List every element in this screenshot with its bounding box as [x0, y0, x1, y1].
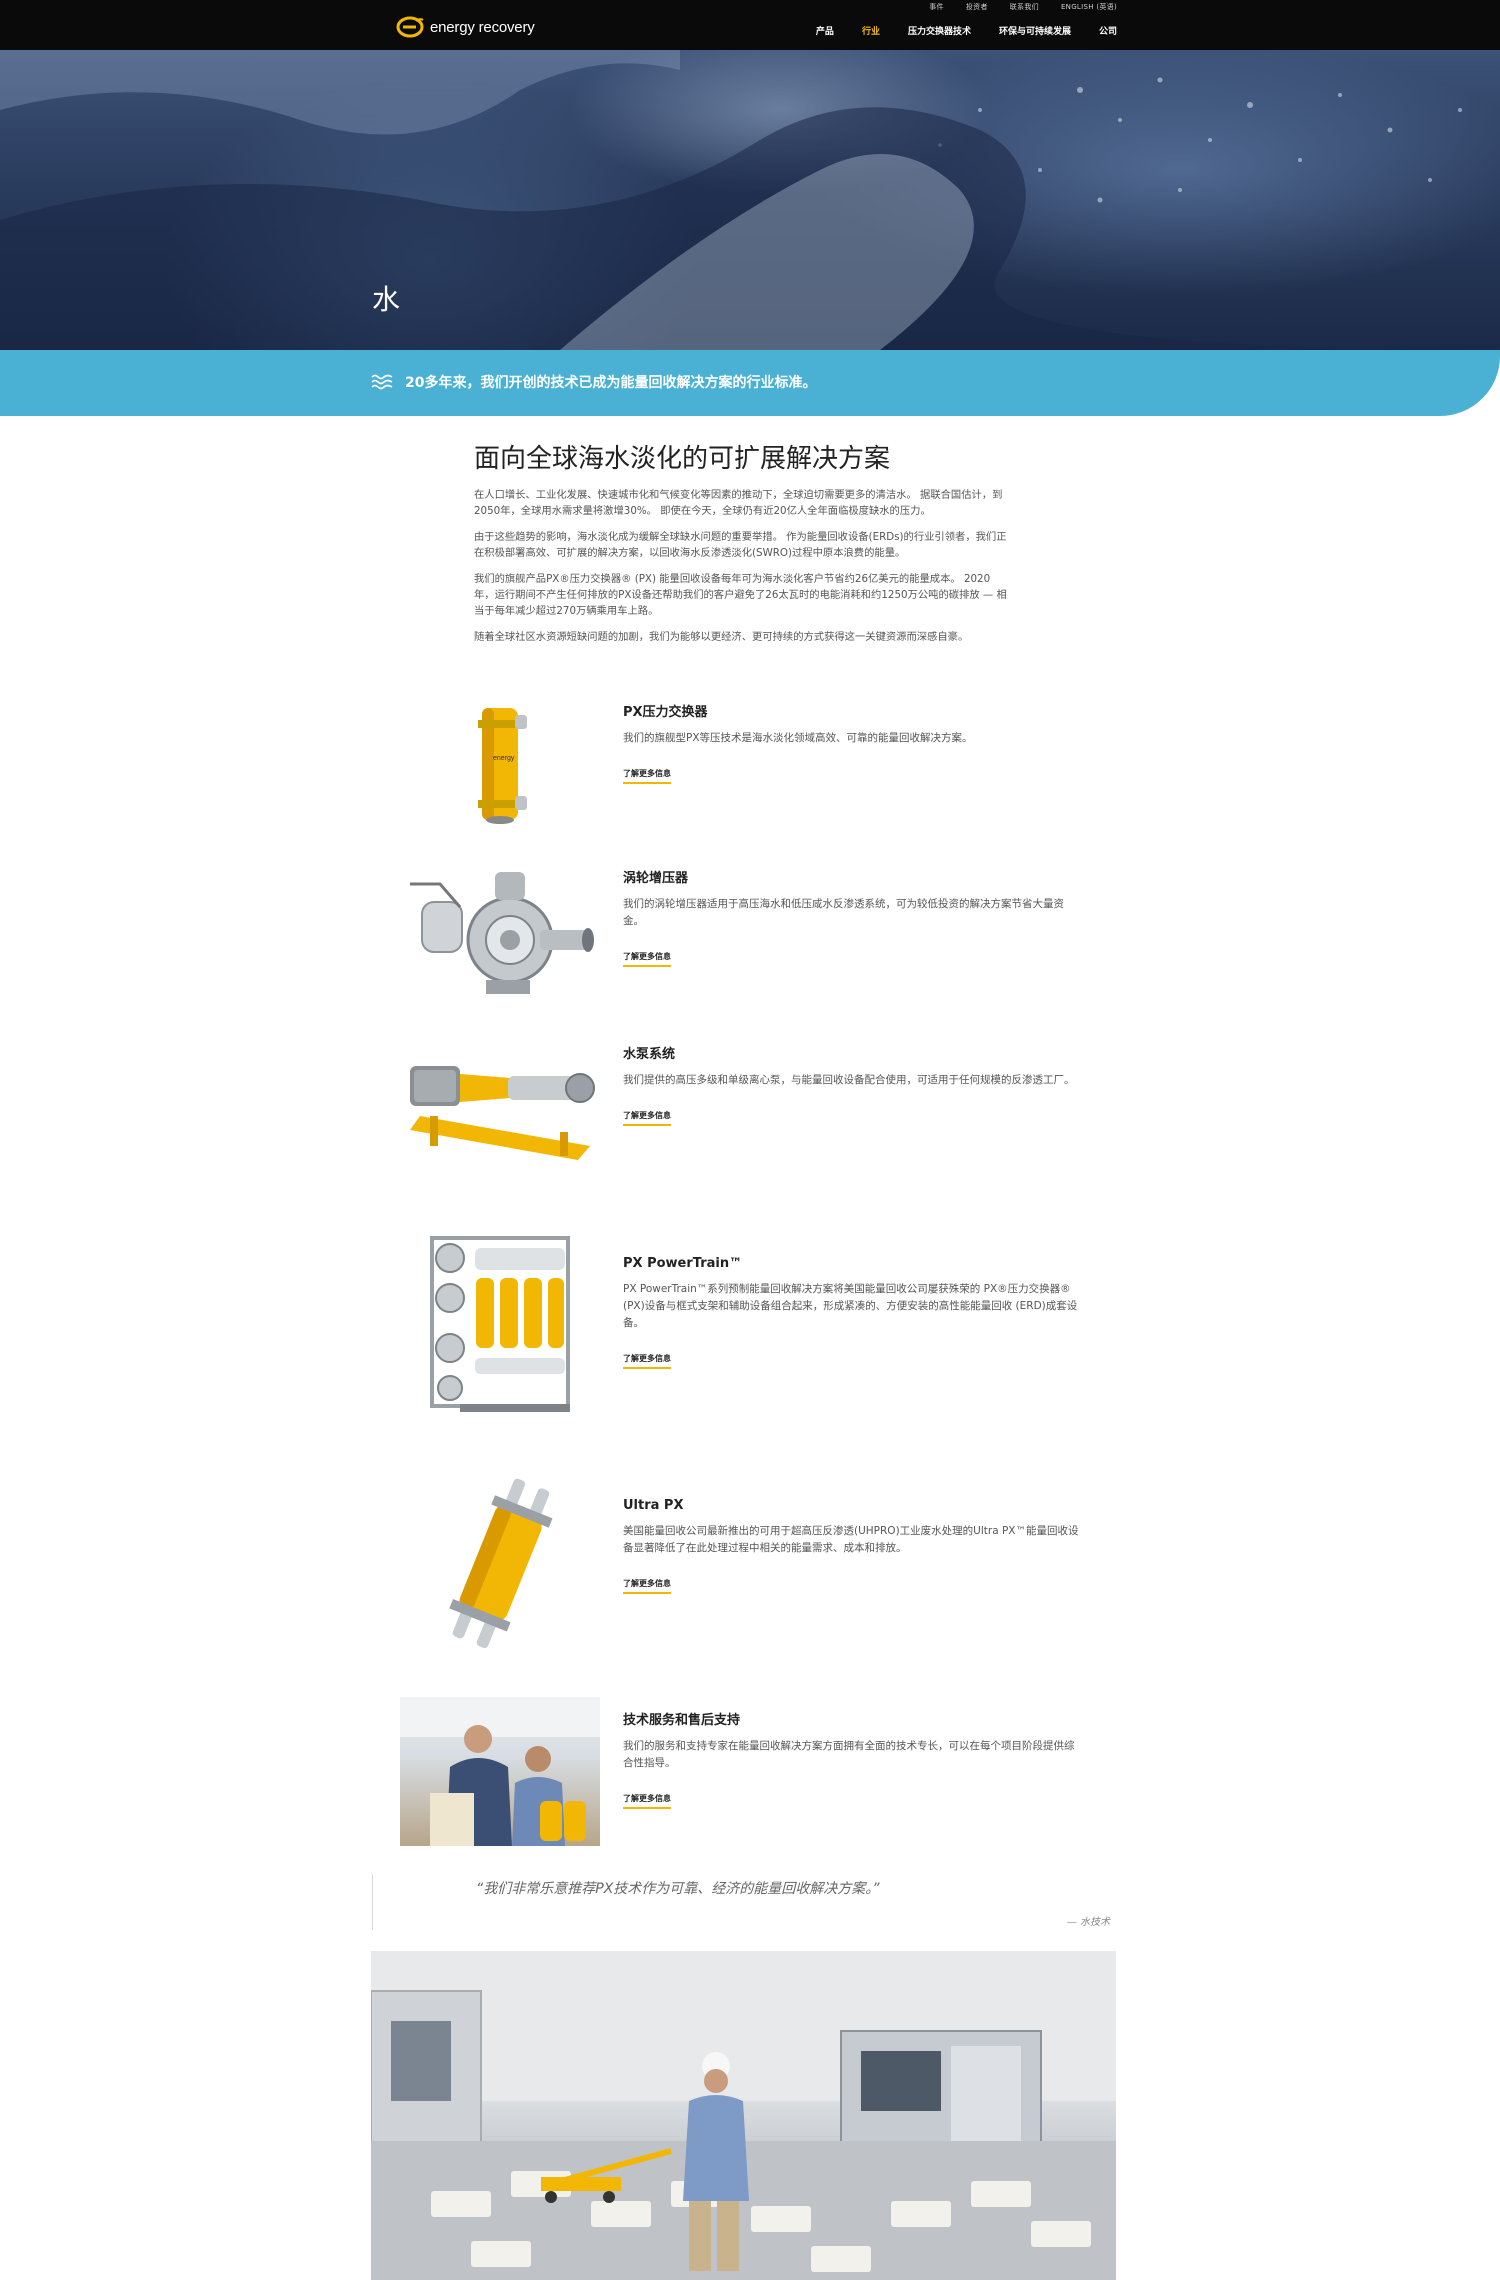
water-splash-image: [0, 50, 1500, 350]
utility-nav: 事件 投资者 联系我们 ENGLISH (英语): [929, 2, 1117, 12]
learn-more-link[interactable]: 了解更多信息: [623, 768, 671, 784]
intro-paragraph: 随着全球社区水资源短缺问题的加剧，我们为能够以更经济、更可持续的方式获得这一关键…: [474, 631, 969, 643]
pump-system-image: [400, 1031, 600, 1181]
logo[interactable]: energy recovery: [396, 16, 535, 38]
intro-paragraph: 在人口增长、工业化发展、快速城市化和气候变化等因素的推动下，全球迫切需要更多的清…: [474, 489, 1003, 517]
intro-section: 面向全球海水淡化的可扩展解决方案 在人口增长、工业化发展、快速城市化和气候变化等…: [474, 438, 1010, 655]
waves-icon: [371, 374, 393, 390]
px-pressure-exchanger-image: energy: [400, 690, 600, 840]
product-description: 美国能量回收公司最新推出的可用于超高压反渗透(UHPRO)工业废水处理的Ultr…: [623, 1525, 1079, 1554]
quote-text: “我们非常乐意推荐PX技术作为可靠、经济的能量回收解决方案。”: [476, 1881, 880, 1897]
learn-more-link[interactable]: 了解更多信息: [623, 1793, 671, 1809]
nav-item-pressure-exchanger[interactable]: 压力交换器技术: [908, 24, 971, 37]
utility-link-contact[interactable]: 联系我们: [1010, 2, 1039, 12]
hero-banner: 水: [0, 50, 1500, 350]
nav-item-products[interactable]: 产品: [816, 24, 834, 37]
utility-link-language[interactable]: ENGLISH (英语): [1061, 2, 1117, 12]
quote-attribution: — 水技术: [1066, 1917, 1110, 1928]
product-title: 水泵系统: [623, 1047, 676, 1062]
learn-more-link[interactable]: 了解更多信息: [623, 1110, 671, 1126]
product-description: PX PowerTrain™系列预制能量回收解决方案将美国能量回收公司屡获殊荣的…: [623, 1283, 1078, 1329]
ultra-px-image: [400, 1468, 600, 1658]
utility-link-investors[interactable]: 投资者: [966, 2, 988, 12]
main-nav: 产品 行业 压力交换器技术 环保与可持续发展 公司: [816, 24, 1117, 37]
testimonial-quote: “我们非常乐意推荐PX技术作为可靠、经济的能量回收解决方案。” — 水技术: [372, 1874, 1117, 1930]
intro-paragraph: 我们的旗舰产品PX®压力交换器® (PX) 能量回收设备每年可为海水淡化客户节省…: [474, 573, 1007, 617]
powertrain-image: [400, 1228, 600, 1418]
nav-item-sustainability[interactable]: 环保与可持续发展: [999, 24, 1071, 37]
nav-item-industries[interactable]: 行业: [862, 24, 880, 37]
product-title: 涡轮增压器: [623, 871, 689, 886]
product-title: PX PowerTrain™: [623, 1256, 743, 1271]
learn-more-link[interactable]: 了解更多信息: [623, 951, 671, 967]
section-heading: 面向全球海水淡化的可扩展解决方案: [474, 444, 891, 474]
product-description: 我们的旗舰型PX等压技术是海水淡化领域高效、可靠的能量回收解决方案。: [623, 732, 973, 744]
top-navigation: 事件 投资者 联系我们 ENGLISH (英语) energy recovery…: [0, 0, 1500, 50]
logo-text: energy recovery: [430, 18, 535, 36]
tagline-text: 20多年来，我们开创的技术已成为能量回收解决方案的行业标准。: [405, 375, 817, 391]
learn-more-link[interactable]: 了解更多信息: [623, 1578, 671, 1594]
learn-more-link[interactable]: 了解更多信息: [623, 1353, 671, 1369]
nav-item-company[interactable]: 公司: [1099, 24, 1117, 37]
utility-link-events[interactable]: 事件: [929, 2, 944, 12]
tagline-banner: 20多年来，我们开创的技术已成为能量回收解决方案的行业标准。: [0, 350, 1500, 416]
product-description: 我们的服务和支持专家在能量回收解决方案方面拥有全面的技术专长，可以在每个项目阶段…: [623, 1740, 1075, 1769]
service-photo: [400, 1697, 600, 1846]
product-title: Ultra PX: [623, 1498, 684, 1513]
product-title: PX压力交换器: [623, 705, 708, 720]
factory-photo: [371, 1951, 1116, 2280]
page-title: 水: [372, 283, 401, 316]
intro-paragraph: 由于这些趋势的影响，海水淡化成为缓解全球缺水问题的重要举措。 作为能量回收设备(…: [474, 531, 1007, 559]
logo-icon: [396, 16, 424, 38]
product-title: 技术服务和售后支持: [623, 1713, 741, 1728]
product-description: 我们的涡轮增压器适用于高压海水和低压咸水反渗透系统，可为较低投资的解决方案节省大…: [623, 898, 1064, 927]
svg-text:energy: energy: [493, 755, 515, 762]
turbocharger-image: [400, 857, 600, 1007]
product-description: 我们提供的高压多级和单级离心泵，与能量回收设备配合使用，可适用于任何规模的反渗透…: [623, 1074, 1075, 1086]
